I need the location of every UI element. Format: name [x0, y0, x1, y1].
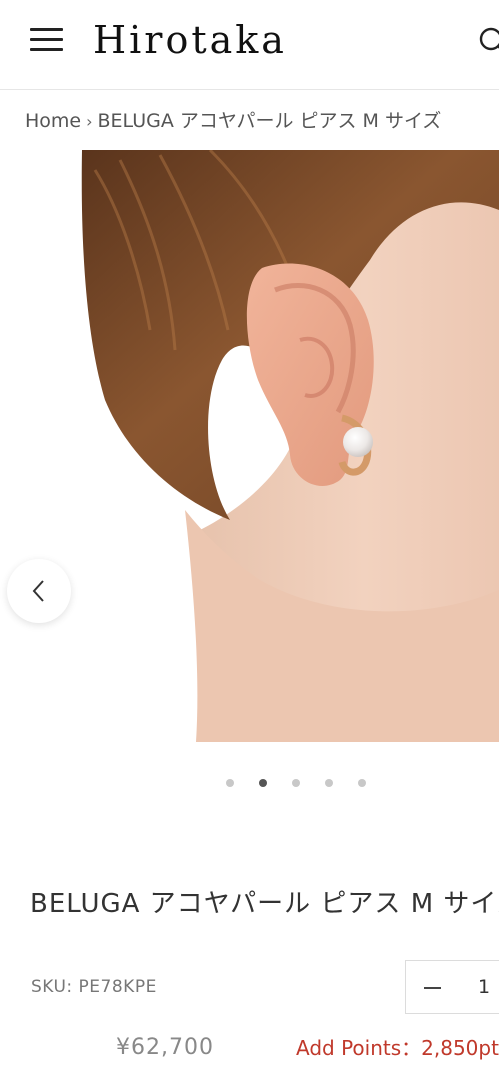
- product-title: BELUGA アコヤパール ピアス M サイズ: [30, 889, 499, 919]
- product-sku: SKU: PE78KPE: [31, 977, 157, 997]
- gallery-dot[interactable]: [325, 779, 333, 787]
- hamburger-menu-icon[interactable]: [30, 28, 63, 51]
- product-image-gallery[interactable]: [0, 150, 499, 742]
- reward-points: Add Points：2,850pt: [296, 1036, 499, 1060]
- breadcrumb-separator: ›: [86, 112, 93, 131]
- quantity-value[interactable]: 1: [478, 973, 490, 1001]
- gallery-dot[interactable]: [226, 779, 234, 787]
- product-image: [0, 150, 499, 742]
- brand-logo[interactable]: Hirotaka: [93, 14, 287, 66]
- menu-bar: [30, 28, 63, 31]
- gallery-dot[interactable]: [358, 779, 366, 787]
- breadcrumb-current: BELUGA アコヤパール ピアス M サイズ: [97, 110, 442, 132]
- quantity-decrease-button[interactable]: [424, 987, 441, 989]
- product-page: Hirotaka Home›BELUGA アコヤパール ピアス M サイズ: [0, 0, 499, 1080]
- gallery-pagination-dots: [0, 777, 499, 789]
- chevron-left-icon: [32, 580, 44, 602]
- site-header: Hirotaka: [0, 0, 499, 90]
- breadcrumb-home-link[interactable]: Home: [25, 110, 81, 132]
- gallery-dot[interactable]: [292, 779, 300, 787]
- search-icon[interactable]: [478, 26, 499, 56]
- gallery-prev-button[interactable]: [7, 559, 71, 623]
- gallery-dot-active[interactable]: [259, 779, 267, 787]
- menu-bar: [30, 38, 63, 41]
- breadcrumb: Home › BELUGA アコヤパール ピアス M サイズ: [25, 106, 441, 136]
- product-price: ¥62,700: [116, 1035, 214, 1060]
- menu-bar: [30, 48, 63, 51]
- quantity-stepper[interactable]: 1: [405, 960, 499, 1014]
